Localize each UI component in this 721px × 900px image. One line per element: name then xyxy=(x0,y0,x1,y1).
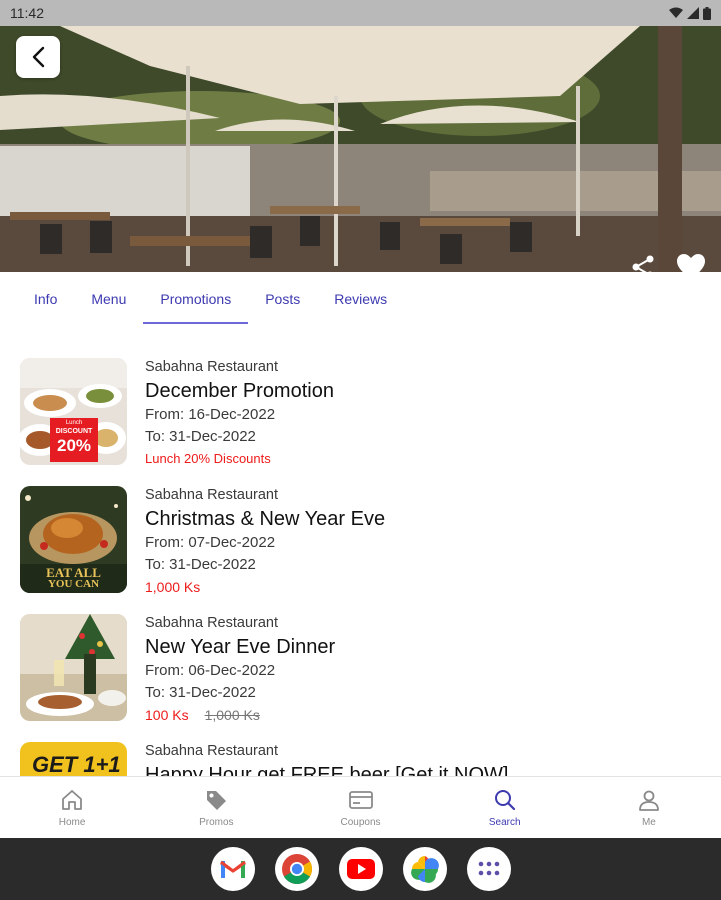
promotion-info: Sabahna Restaurant New Year Eve Dinner F… xyxy=(145,614,700,726)
promotion-from-date: From: 07-Dec-2022 xyxy=(145,534,276,551)
promotion-card-christmas-new-year-eve[interactable]: EAT ALL YOU CAN Sabahna Restaurant Chris… xyxy=(20,474,700,595)
share-icon xyxy=(632,255,654,272)
youtube-app-icon[interactable] xyxy=(338,847,383,891)
chrome-app-icon[interactable] xyxy=(274,847,319,891)
promotion-price: Lunch 20% Discounts xyxy=(145,451,271,466)
promotion-to-date: To: 31-Dec-2022 xyxy=(145,556,256,573)
wifi-icon xyxy=(669,7,683,18)
back-button[interactable] xyxy=(16,36,60,78)
tab-reviews[interactable]: Reviews xyxy=(317,272,404,326)
heart-icon xyxy=(677,254,705,272)
photos-app-icon[interactable] xyxy=(402,847,447,891)
tab-posts[interactable]: Posts xyxy=(248,272,317,326)
tab-label: Promotions xyxy=(160,291,232,307)
promotion-original-price: 1,000 Ks xyxy=(204,707,260,723)
badge-line3: 20% xyxy=(56,436,92,455)
promotion-info: Sabahna Restaurant Christmas & New Year … xyxy=(145,486,700,598)
nav-home[interactable]: Home xyxy=(0,777,144,838)
promotion-title: Christmas & New Year Eve xyxy=(145,508,386,530)
tab-label: Info xyxy=(34,291,58,307)
discount-badge: Lunch DISCOUNT 20% xyxy=(50,420,98,454)
nav-label: Search xyxy=(488,816,521,828)
promotion-card-happy-hour[interactable]: GET 1+1 Sabahna Restaurant Happy Hour ge… xyxy=(20,730,700,776)
restaurant-name: Sabahna Restaurant xyxy=(145,359,279,375)
gmail-logo xyxy=(219,860,246,878)
promotion-thumbnail xyxy=(20,614,127,721)
status-bar: 11:42 xyxy=(0,0,721,26)
tag-icon xyxy=(207,790,227,810)
person-icon xyxy=(639,790,659,811)
chrome-logo xyxy=(281,854,312,885)
tab-menu[interactable]: Menu xyxy=(74,272,143,326)
nav-me[interactable]: Me xyxy=(577,777,721,838)
nav-coupons[interactable]: Coupons xyxy=(288,777,432,838)
restaurant-name: Sabahna Restaurant xyxy=(145,615,279,631)
tab-label: Reviews xyxy=(334,291,388,307)
app-drawer-icon[interactable] xyxy=(466,847,511,891)
nav-label: Home xyxy=(58,816,86,828)
apps-grid-icon xyxy=(478,861,499,876)
search-icon xyxy=(494,789,515,810)
status-time: 11:42 xyxy=(10,5,44,21)
promotion-card-december-promotion[interactable]: Lunch DISCOUNT 20% Sabahna Restaurant De… xyxy=(20,346,700,466)
eat-all-you-can-banner: EAT ALL YOU CAN xyxy=(20,566,127,590)
promotion-title: December Promotion xyxy=(145,380,334,402)
promotion-card-new-year-eve-dinner[interactable]: Sabahna Restaurant New Year Eve Dinner F… xyxy=(20,602,700,723)
promotion-thumbnail: GET 1+1 xyxy=(20,742,127,776)
nav-label: Promos xyxy=(199,816,234,828)
restaurant-tabs: Info Menu Promotions Posts Reviews xyxy=(0,272,721,326)
promotion-from-date: From: 06-Dec-2022 xyxy=(145,662,276,679)
nav-search[interactable]: Search xyxy=(433,777,577,838)
promotion-title: Happy Hour get FREE beer [Get it NOW] xyxy=(145,764,509,776)
promotion-to-date: To: 31-Dec-2022 xyxy=(145,428,256,445)
favorite-button[interactable] xyxy=(677,254,705,272)
nav-label: Coupons xyxy=(340,816,381,828)
signal-icon xyxy=(687,7,699,19)
dinner-table-image xyxy=(20,614,127,721)
chevron-left-icon xyxy=(32,46,45,68)
terrace-scene xyxy=(0,26,721,272)
badge-line1: Lunch xyxy=(65,420,83,426)
tab-label: Posts xyxy=(265,291,301,307)
restaurant-name: Sabahna Restaurant xyxy=(145,487,279,503)
promotion-title: New Year Eve Dinner xyxy=(145,636,336,658)
gmail-app-icon[interactable] xyxy=(210,847,255,891)
promotion-thumbnail: Lunch DISCOUNT 20% xyxy=(20,358,127,465)
nav-label: Me xyxy=(641,816,656,828)
tab-promotions[interactable]: Promotions xyxy=(143,272,249,326)
get-1-plus-1-text: GET 1+1 xyxy=(32,752,121,776)
promotion-info: Sabahna Restaurant Happy Hour get FREE b… xyxy=(145,742,700,776)
banner-line2: YOU CAN xyxy=(47,578,100,590)
restaurant-name: Sabahna Restaurant xyxy=(145,743,279,759)
promotion-from-date: From: 16-Dec-2022 xyxy=(145,406,276,423)
promotion-info: Sabahna Restaurant December Promotion Fr… xyxy=(145,358,700,470)
screen: 11:42 Info Menu Promotions Posts Reviews… xyxy=(0,0,721,900)
status-icons xyxy=(669,6,711,20)
tab-info[interactable]: Info xyxy=(17,272,74,326)
photos-pinwheel-logo xyxy=(410,855,439,883)
coupon-icon xyxy=(348,790,373,809)
promotion-price: 1,000 Ks xyxy=(145,579,201,595)
home-icon xyxy=(62,789,82,810)
share-button[interactable] xyxy=(630,254,656,272)
restaurant-cover-photo xyxy=(0,26,721,272)
promotion-price: 100 Ks xyxy=(145,707,189,723)
badge-line2: DISCOUNT xyxy=(55,428,93,435)
system-dock xyxy=(0,838,721,900)
promotion-price-row: 100 Ks 1,000 Ks xyxy=(145,704,700,726)
bottom-navigation: Home Promos Coupons Search Me xyxy=(0,776,721,838)
youtube-logo xyxy=(346,859,375,879)
tab-label: Menu xyxy=(91,291,127,307)
battery-icon xyxy=(703,6,711,20)
nav-promos[interactable]: Promos xyxy=(144,777,288,838)
promotion-to-date: To: 31-Dec-2022 xyxy=(145,684,256,701)
promotions-list: Lunch DISCOUNT 20% Sabahna Restaurant De… xyxy=(0,346,721,776)
promotion-thumbnail: EAT ALL YOU CAN xyxy=(20,486,127,593)
